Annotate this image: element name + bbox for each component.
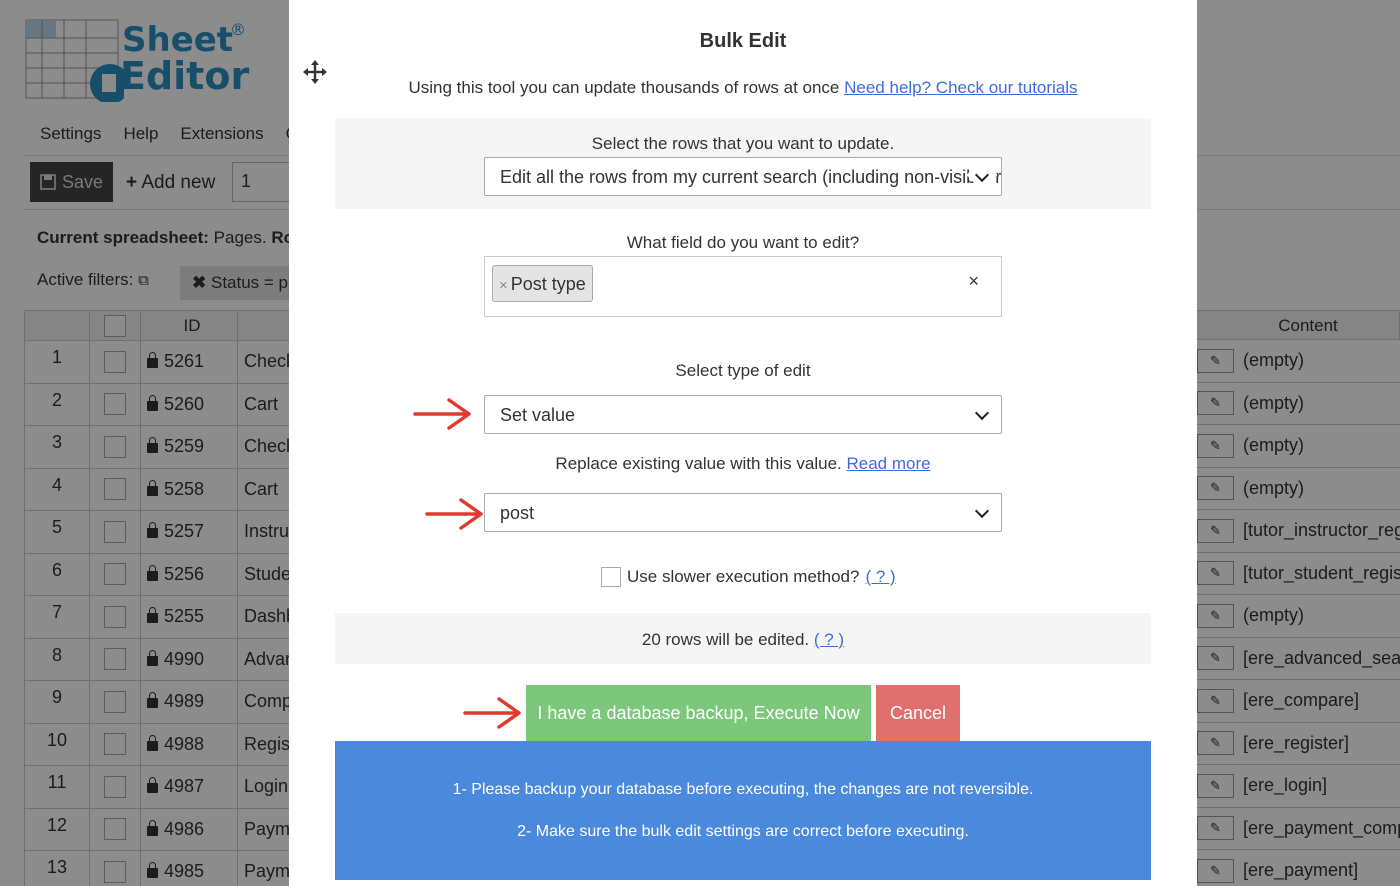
- field-label: What field do you want to edit?: [626, 233, 860, 252]
- rows-count-help-link[interactable]: ( ? ): [814, 630, 844, 649]
- field-tag-label: Post type: [510, 274, 586, 294]
- field-clear-icon[interactable]: ×: [968, 271, 979, 292]
- rows-count: 20 rows will be edited. ( ? ): [289, 630, 1197, 650]
- tutorials-link[interactable]: Need help? Check our tutorials: [844, 78, 1077, 97]
- bulk-edit-modal: Bulk Edit Using this tool you can update…: [289, 0, 1197, 886]
- edit-type-label: Select type of edit: [675, 361, 811, 380]
- arrow-right-icon: [425, 498, 483, 530]
- field-selector[interactable]: × Post type ×: [484, 256, 1002, 317]
- execute-now-button[interactable]: I have a database backup, Execute Now: [526, 685, 871, 741]
- edit-type-value: Set value: [500, 405, 576, 425]
- value-select-value: post: [500, 503, 535, 523]
- modal-intro: Using this tool you can update thousands…: [289, 78, 1197, 98]
- arrow-right-icon: [463, 697, 521, 729]
- modal-intro-text: Using this tool you can update thousands…: [408, 78, 845, 97]
- slower-execution-checkbox[interactable]: [601, 567, 621, 587]
- rows-label: Select the rows that you want to update.: [591, 134, 895, 153]
- edit-type-select[interactable]: Set value: [484, 395, 1002, 434]
- rows-select[interactable]: Edit all the rows from my current search…: [484, 157, 1002, 196]
- rows-select-value: Edit all the rows from my current search…: [500, 167, 1002, 187]
- cancel-button[interactable]: Cancel: [876, 685, 960, 741]
- replace-hint-text: Replace existing value with this value.: [555, 454, 847, 473]
- modal-title: Bulk Edit: [699, 30, 787, 52]
- slower-execution-option: Use slower execution method? ( ? ): [601, 567, 896, 587]
- warning-line-2: 2- Make sure the bulk edit settings are …: [517, 823, 969, 840]
- replace-hint: Replace existing value with this value. …: [289, 454, 1197, 474]
- warning-line-1: 1- Please backup your database before ex…: [452, 781, 1034, 798]
- rows-count-text: 20 rows will be edited.: [641, 630, 814, 649]
- value-select[interactable]: post: [484, 493, 1002, 532]
- read-more-link[interactable]: Read more: [846, 454, 930, 473]
- chevron-down-icon: [974, 503, 990, 519]
- slower-execution-help-link[interactable]: ( ? ): [865, 567, 895, 587]
- slower-execution-label: Use slower execution method?: [627, 567, 860, 586]
- field-tag: × Post type: [492, 265, 593, 302]
- arrow-right-icon: [413, 398, 471, 430]
- chevron-down-icon: [974, 405, 990, 421]
- field-tag-remove-icon[interactable]: ×: [499, 277, 508, 294]
- backup-warning: 1- Please backup your database before ex…: [335, 741, 1151, 880]
